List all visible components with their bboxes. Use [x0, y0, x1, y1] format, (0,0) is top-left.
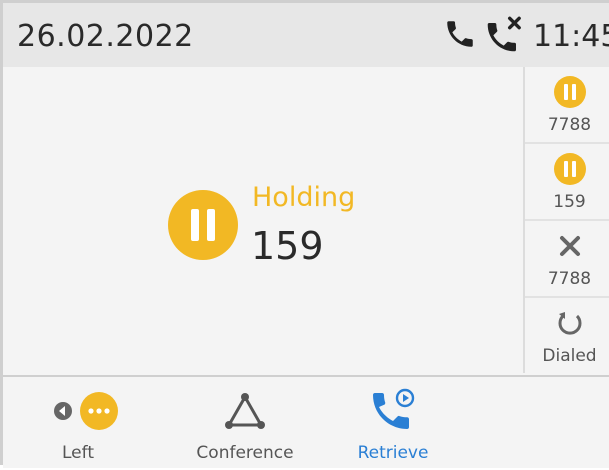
- call-number: 159: [251, 224, 324, 268]
- retrieve-call-icon: [373, 388, 415, 429]
- missed-call-x-icon: [560, 236, 580, 256]
- softkey-label: Retrieve: [357, 443, 429, 463]
- call-list-item[interactable]: 7788: [525, 221, 609, 298]
- call-list-label: 7788: [547, 269, 592, 289]
- pause-icon: [554, 153, 586, 185]
- phone-screen: 26.02.2022 11:45 Holding 159: [0, 0, 609, 468]
- pause-icon: [168, 190, 238, 260]
- softkey-label: Left: [62, 443, 94, 463]
- call-list-item[interactable]: 7788: [525, 67, 609, 144]
- call-state-label: Holding: [252, 182, 356, 213]
- missed-call-icon: [487, 16, 521, 52]
- pause-icon: [554, 76, 586, 108]
- redial-icon: [558, 312, 582, 335]
- softkey-left[interactable]: Left: [33, 377, 123, 470]
- status-bar: 26.02.2022 11:45: [3, 3, 609, 67]
- call-list-label: 159: [553, 192, 586, 212]
- call-list-item[interactable]: 159: [525, 144, 609, 221]
- call-list-item[interactable]: Dialed: [525, 298, 609, 375]
- softkey-label: Conference: [196, 443, 294, 463]
- call-list-label: 7788: [547, 115, 592, 135]
- softkey-retrieve[interactable]: Retrieve: [343, 377, 443, 470]
- triangle-icon: [225, 393, 265, 429]
- phone-icon: [447, 21, 473, 47]
- call-list-label: Dialed: [542, 346, 597, 366]
- date-display: 26.02.2022: [17, 19, 194, 54]
- more-icon: [80, 392, 118, 430]
- time-display: 11:45: [533, 19, 609, 54]
- call-panel: Holding 159: [3, 67, 523, 373]
- softkey-bar: Left Conference Retrieve: [3, 375, 609, 468]
- call-list: 7788 159 7788 Dialed: [523, 67, 609, 373]
- softkey-conference[interactable]: Conference: [175, 377, 315, 470]
- arrow-left-icon: [54, 402, 72, 420]
